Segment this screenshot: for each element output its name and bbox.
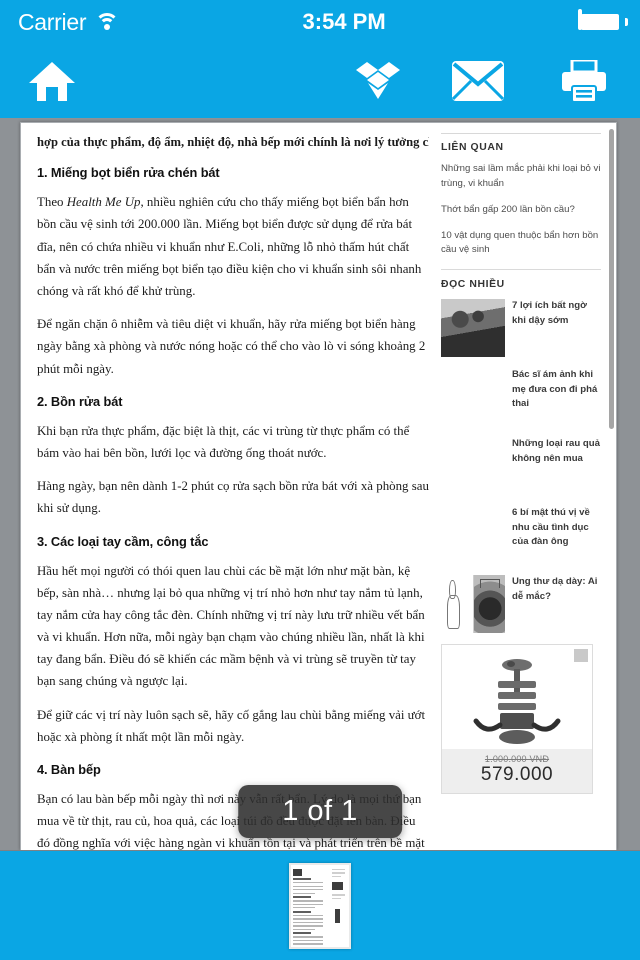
ad-badge-icon [574, 649, 588, 663]
product-advertisement[interactable]: 1.000.000 VNĐ 579.000 [441, 644, 593, 795]
dropbox-icon [356, 60, 400, 102]
document-viewer[interactable]: hợp của thực phẩm, độ ẩm, nhiệt độ, nhà … [0, 118, 640, 850]
page-thumbnail-1[interactable] [289, 863, 351, 949]
popular-item[interactable]: 7 lợi ích bất ngờ khi dậy sớm [441, 299, 601, 358]
printer-icon [562, 60, 606, 102]
popular-item[interactable]: 6 bí mật thú vị về nhu cầu tình dục của … [441, 506, 601, 564]
product-old-price: 1.000.000 VNĐ [484, 754, 550, 765]
dropbox-button[interactable] [340, 44, 416, 118]
popular-item[interactable]: Ung thư dạ dày: Ai dễ mắc? [441, 575, 601, 634]
popular-item-title: Bác sĩ ám ảnh khi mẹ đưa con đi phá thai [512, 369, 598, 410]
article-heading-1: 1. Miếng bọt biển rửa chén bát [37, 165, 220, 181]
article-paragraph: Hàng ngày, bạn nên dành 1-2 phút cọ rửa … [37, 479, 429, 516]
popular-thumbnail-placeholder [441, 368, 505, 426]
popular-item-title: Ung thư dạ dày: Ai dễ mắc? [512, 576, 598, 602]
home-button[interactable] [14, 44, 90, 118]
product-image [442, 645, 592, 750]
document-page[interactable]: hợp của thực phẩm, độ ẩm, nhiệt độ, nhà … [20, 122, 617, 850]
related-link[interactable]: Những sai lầm mắc phải khi loại bỏ vi tr… [441, 162, 601, 192]
article-paragraph: Để ngăn chặn ô nhiễm và tiêu diệt vi khu… [37, 317, 426, 376]
popular-item[interactable]: Những loại rau quả không nên mua [441, 437, 601, 495]
print-button[interactable] [546, 44, 622, 118]
popular-thumbnail-icon [441, 575, 505, 634]
sidebar-heading-related: LIÊN QUAN [441, 142, 504, 153]
sidebar-divider [441, 133, 601, 134]
popular-item-title: Những loại rau quả không nên mua [512, 438, 600, 464]
popular-item[interactable]: Bác sĩ ám ảnh khi mẹ đưa con đi phá thai [441, 368, 601, 426]
product-price-block: 1.000.000 VNĐ 579.000 [442, 749, 592, 794]
battery-full-icon [578, 9, 628, 33]
mail-button[interactable] [440, 44, 516, 118]
article-heading-4: 4. Bàn bếp [37, 762, 101, 777]
product-new-price: 579.000 [480, 764, 554, 786]
thumbnail-strip[interactable] [0, 850, 640, 960]
popular-thumbnail-icon [441, 299, 505, 358]
article-heading-3: 3. Các loại tay cầm, công tắc [37, 533, 209, 549]
popular-thumbnail-placeholder [441, 437, 505, 495]
envelope-icon [452, 61, 504, 101]
article-paragraph: Theo Health Me Up, nhiều nghiên cứu cho … [37, 195, 422, 298]
status-bar-right [578, 9, 640, 33]
sidebar-heading-popular: ĐỌC NHIỀU [441, 279, 505, 291]
home-icon [28, 59, 76, 103]
status-bar: Carrier 3:54 PM [0, 0, 640, 44]
article-paragraph: Hầu hết mọi người có thói quen lau chùi … [37, 563, 425, 689]
exercise-machine-icon [470, 653, 564, 754]
toolbar [0, 44, 640, 118]
popular-item-title: 7 lợi ích bất ngờ khi dậy sớm [512, 300, 587, 326]
article-top-partial-line: hợp của thực phẩm, độ ẩm, nhiệt độ, nhà … [37, 135, 429, 149]
related-link[interactable]: Thớt bẩn gấp 200 lần bồn cầu? [441, 203, 601, 218]
page-indicator: 1 of 1 [238, 785, 402, 838]
article-sidebar: LIÊN QUAN Những sai lầm mắc phải khi loạ… [441, 123, 601, 850]
status-bar-left: Carrier [0, 9, 120, 36]
status-bar-time: 3:54 PM [302, 9, 386, 34]
article-paragraph: Để giữ các vị trí này luôn sạch sẽ, hãy … [37, 707, 426, 744]
article-main-column: hợp của thực phẩm, độ ẩm, nhiệt độ, nhà … [37, 123, 429, 850]
wifi-icon [94, 12, 120, 32]
article-paragraph: Khi bạn rửa thực phẩm, đặc biệt là thịt,… [37, 423, 410, 460]
popular-thumbnail-placeholder [441, 506, 505, 564]
pdf-viewer-app: Carrier 3:54 PM hợp của thực phẩm, độ ẩm… [0, 0, 640, 960]
popular-item-title: 6 bí mật thú vị về nhu cầu tình dục của … [512, 507, 590, 548]
related-link[interactable]: 10 vật dụng quen thuộc bẩn hơn bồn cầu v… [441, 229, 601, 259]
sidebar-divider [441, 269, 601, 271]
vertical-scrollbar[interactable] [609, 129, 614, 429]
carrier-label: Carrier [18, 8, 87, 35]
article-heading-2: 2. Bồn rửa bát [37, 393, 123, 409]
